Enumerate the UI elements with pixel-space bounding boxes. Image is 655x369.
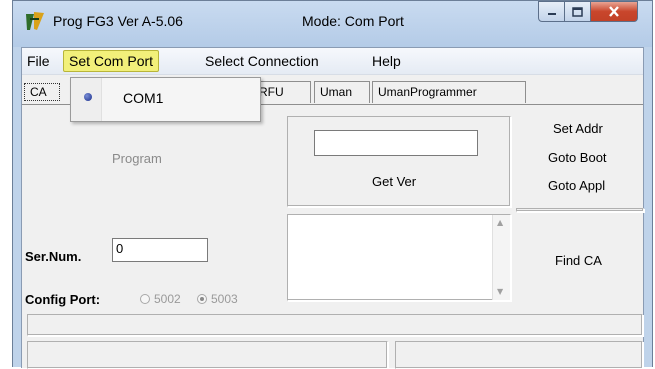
log-scrollbar[interactable]: ▲ ▼ xyxy=(492,215,510,300)
config-port-label: Config Port: xyxy=(25,292,101,307)
get-ver-button[interactable]: Get Ver xyxy=(372,174,416,189)
log-output[interactable] xyxy=(287,214,511,301)
selected-radio-icon xyxy=(84,93,92,101)
maximize-button[interactable] xyxy=(565,1,591,22)
scroll-down-icon[interactable]: ▼ xyxy=(497,287,503,296)
window-controls xyxy=(538,1,638,23)
status-pane-left xyxy=(27,341,388,369)
separator xyxy=(516,208,644,212)
port-5003-radio[interactable] xyxy=(197,294,207,304)
port-5002-label: 5002 xyxy=(154,292,181,306)
goto-appl-button[interactable]: Goto Appl xyxy=(548,178,605,193)
ser-num-label: Ser.Num. xyxy=(25,249,82,264)
port-5002-radio[interactable] xyxy=(140,294,150,304)
find-ca-button[interactable]: Find CA xyxy=(555,253,602,268)
menu-help[interactable]: Help xyxy=(372,53,401,69)
maximize-icon xyxy=(572,6,583,17)
window-title: Prog FG3 Ver A-5.06 xyxy=(53,13,183,29)
tab-umanprogrammer[interactable]: UmanProgrammer xyxy=(372,81,526,103)
close-icon xyxy=(609,6,619,17)
tab-rfu[interactable]: RFU xyxy=(254,81,311,103)
close-button[interactable] xyxy=(591,1,638,22)
menu-item-label: COM1 xyxy=(123,90,164,106)
menu-file[interactable]: File xyxy=(27,53,50,69)
menu-item-com1[interactable]: COM1 xyxy=(73,83,256,113)
set-addr-button[interactable]: Set Addr xyxy=(553,121,603,136)
port-5003-label: 5003 xyxy=(211,292,238,306)
minimize-icon xyxy=(547,12,556,15)
com-port-menu: COM1 xyxy=(70,77,261,122)
app-window: Prog FG3 Ver A-5.06 Mode: Com Port File … xyxy=(12,0,653,369)
tab-ca[interactable]: CA xyxy=(24,83,60,101)
app-logo-icon xyxy=(26,12,44,30)
program-button[interactable]: Program xyxy=(112,151,162,166)
goto-boot-button[interactable]: Goto Boot xyxy=(548,150,607,165)
status-pane-right xyxy=(395,341,643,369)
ser-num-field[interactable]: 0 xyxy=(112,238,208,262)
minimize-button[interactable] xyxy=(538,1,565,22)
progress-bar xyxy=(27,314,643,336)
tab-uman[interactable]: Uman xyxy=(314,81,370,103)
menu-select-connection[interactable]: Select Connection xyxy=(205,53,319,69)
connection-mode: Mode: Com Port xyxy=(302,13,404,29)
menu-set-com-port[interactable]: Set Com Port xyxy=(63,50,160,72)
scroll-up-icon[interactable]: ▲ xyxy=(497,218,503,227)
version-field[interactable] xyxy=(314,130,478,156)
title-bar: Prog FG3 Ver A-5.06 Mode: Com Port xyxy=(13,1,652,47)
menu-bar: File Set Com Port Select Connection Help xyxy=(22,48,643,75)
